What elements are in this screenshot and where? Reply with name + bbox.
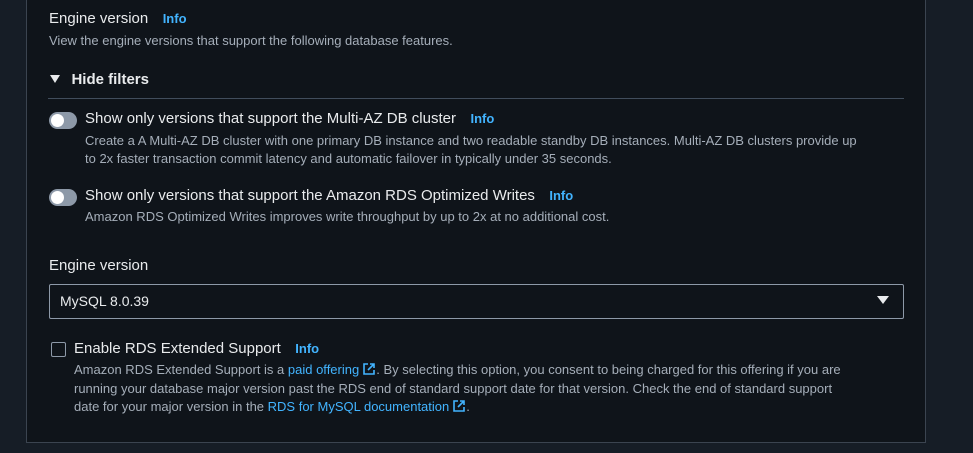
- multi-az-description-line2: to 2x faster transaction commit latency …: [85, 151, 612, 166]
- multi-az-info-link[interactable]: Info: [470, 111, 494, 126]
- filters-divider: [48, 98, 904, 99]
- extended-support-text: .: [466, 399, 470, 414]
- engine-version-select[interactable]: MySQL 8.0.39: [49, 284, 904, 319]
- extended-support-text: Amazon RDS Extended Support is a: [74, 362, 288, 377]
- extended-support-label: Enable RDS Extended Support: [74, 340, 281, 357]
- external-link-icon: [363, 363, 376, 375]
- extended-support-description-line2: running your database major version past…: [74, 381, 833, 396]
- optimized-writes-info-link[interactable]: Info: [549, 188, 573, 203]
- extended-support-checkbox[interactable]: [51, 342, 66, 357]
- optimized-writes-description: Amazon RDS Optimized Writes improves wri…: [85, 209, 610, 224]
- extended-support-info-link[interactable]: Info: [295, 341, 319, 356]
- multi-az-header: Show only versions that support the Mult…: [85, 110, 494, 128]
- toggle-knob: [51, 191, 64, 204]
- rds-mysql-documentation-link-text: RDS for MySQL documentation: [267, 399, 450, 414]
- toggle-knob: [51, 114, 64, 127]
- dropdown-caret-icon: [877, 296, 889, 304]
- hide-filters-toggle[interactable]: Hide filters: [49, 71, 149, 89]
- engine-version-description: View the engine versions that support th…: [49, 33, 453, 48]
- multi-az-label: Show only versions that support the Mult…: [85, 110, 456, 127]
- engine-version-info-link[interactable]: Info: [163, 11, 187, 26]
- extended-support-header: Enable RDS Extended Support Info: [74, 340, 319, 358]
- caret-down-icon: [50, 75, 60, 83]
- hide-filters-label: Hide filters: [71, 71, 149, 88]
- engine-version-select-label: Engine version: [49, 257, 149, 274]
- extended-support-description-line1: Amazon RDS Extended Support is a paid of…: [74, 361, 841, 380]
- engine-options-panel: Engine version Info View the engine vers…: [26, 0, 926, 443]
- extended-support-text: . By selecting this option, you consent …: [376, 362, 841, 377]
- multi-az-toggle[interactable]: [49, 112, 77, 129]
- paid-offering-link[interactable]: paid offering: [288, 362, 376, 377]
- extended-support-text: date for your major version in the: [74, 399, 268, 414]
- optimized-writes-toggle[interactable]: [49, 189, 77, 206]
- optimized-writes-header: Show only versions that support the Amaz…: [85, 187, 573, 205]
- multi-az-description-line1: Create a A Multi-AZ DB cluster with one …: [85, 133, 857, 148]
- engine-version-selected-value: MySQL 8.0.39: [60, 293, 149, 309]
- engine-version-title: Engine version: [49, 10, 149, 27]
- rds-mysql-documentation-link[interactable]: RDS for MySQL documentation: [268, 399, 467, 414]
- optimized-writes-label: Show only versions that support the Amaz…: [85, 187, 535, 204]
- external-link-icon: [453, 400, 466, 412]
- extended-support-description-line3: date for your major version in the RDS f…: [74, 398, 470, 417]
- engine-version-header: Engine version Info: [49, 10, 187, 28]
- paid-offering-link-text: paid offering: [287, 362, 360, 377]
